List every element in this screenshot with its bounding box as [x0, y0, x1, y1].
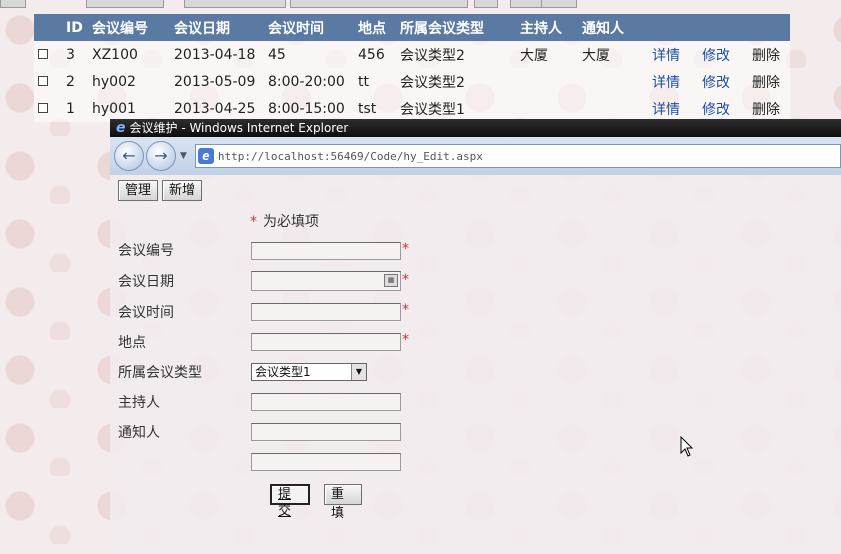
strip-input[interactable]	[290, 0, 468, 8]
submit-button[interactable]: 提交	[270, 484, 310, 519]
delete-link[interactable]: 删除	[748, 95, 790, 122]
notify-input[interactable]	[251, 423, 401, 441]
edit-link[interactable]: 修改	[698, 95, 748, 122]
table-row: 1 hy001 2013-04-25 8:00-15:00 tst 会议类型1 …	[34, 95, 790, 122]
forward-arrow-icon[interactable]: →	[146, 141, 176, 171]
cell-type: 会议类型2	[396, 68, 516, 95]
address-url[interactable]: http://localhost:56469/Code/hy_Edit.aspx	[218, 150, 483, 163]
cell-place: tst	[354, 95, 396, 122]
col-header-notify: 通知人	[582, 20, 624, 37]
meeting-table: ID 会议编号 会议日期 会议时间 地点 所属会议类型 主持人 通知人 3 XZ…	[34, 14, 790, 122]
required-star: *	[402, 241, 409, 257]
label-code: 会议编号	[118, 243, 174, 259]
edit-link[interactable]: 修改	[698, 41, 748, 68]
label-host: 主持人	[118, 395, 160, 411]
label-place: 地点	[118, 335, 146, 351]
col-header-host: 主持人	[520, 20, 562, 37]
detail-link[interactable]: 详情	[648, 95, 698, 122]
cell-id: 2	[62, 68, 88, 95]
cell-host	[516, 68, 578, 95]
required-star: *	[250, 214, 257, 230]
required-star: *	[402, 332, 409, 348]
required-note: * 为必填项	[250, 211, 319, 231]
cell-code: hy002	[88, 68, 170, 95]
address-bar[interactable]: e http://localhost:56469/Code/hy_Edit.as…	[194, 144, 841, 168]
ie-titlebar[interactable]: e 会议维护 - Windows Internet Explorer	[110, 119, 841, 137]
cell-host	[516, 95, 578, 122]
label-date: 会议日期	[118, 274, 174, 290]
row-checkbox[interactable]	[38, 48, 48, 59]
col-header-place: 地点	[358, 20, 386, 37]
col-header-id: ID	[66, 19, 83, 36]
cell-place: tt	[354, 68, 396, 95]
cell-type: 会议类型2	[396, 41, 516, 68]
code-input[interactable]	[251, 242, 401, 260]
cell-place: 456	[354, 41, 396, 68]
cell-id: 1	[62, 95, 88, 122]
type-select-value: 会议类型1	[255, 365, 311, 379]
time-input[interactable]	[251, 303, 401, 321]
ie-window: e 会议维护 - Windows Internet Explorer ← → ▼…	[110, 119, 841, 554]
strip-button[interactable]	[0, 0, 26, 8]
cell-notify	[578, 68, 648, 95]
cell-id: 3	[62, 41, 88, 68]
window-title: 会议维护 - Windows Internet Explorer	[129, 121, 349, 135]
notify-input-extra[interactable]	[251, 453, 401, 471]
cell-code: hy001	[88, 95, 170, 122]
ie-toolbar: ← → ▼ e http://localhost:56469/Code/hy_E…	[110, 137, 841, 175]
top-toolbar-strip	[0, 0, 841, 8]
mouse-cursor-icon	[680, 436, 694, 457]
table-row: 2 hy002 2013-05-09 8:00-20:00 tt 会议类型2 详…	[34, 68, 790, 95]
page-content: 管理 新增 * 为必填项 会议编号 * 会议日期 ▦ * 会议时间 * 地点 * …	[110, 175, 841, 554]
cell-host: 大厦	[516, 41, 578, 68]
add-button[interactable]: 新增	[162, 180, 203, 201]
cell-time: 45	[264, 41, 354, 68]
cell-code: XZ100	[88, 41, 170, 68]
host-input[interactable]	[251, 393, 401, 411]
cell-time: 8:00-15:00	[264, 95, 354, 122]
label-notify: 通知人	[118, 425, 160, 441]
cell-date: 2013-04-25	[170, 95, 264, 122]
col-header-code: 会议编号	[92, 20, 148, 37]
place-input[interactable]	[251, 333, 401, 351]
detail-link[interactable]: 详情	[648, 68, 698, 95]
label-type: 所属会议类型	[118, 365, 202, 381]
table-header-row: ID 会议编号 会议日期 会议时间 地点 所属会议类型 主持人 通知人	[34, 14, 790, 41]
reset-button[interactable]: 重填	[324, 484, 362, 521]
history-dropdown-icon[interactable]: ▼	[180, 151, 187, 161]
calendar-icon[interactable]: ▦	[384, 274, 398, 287]
type-select[interactable]: 会议类型1 ▼	[251, 363, 367, 381]
col-header-date: 会议日期	[174, 20, 230, 37]
required-star: *	[402, 302, 409, 318]
strip-button[interactable]	[474, 0, 498, 8]
cell-notify: 大厦	[578, 41, 648, 68]
required-star: *	[402, 272, 409, 288]
page-icon: e	[197, 148, 214, 164]
back-arrow-icon[interactable]: ←	[114, 141, 144, 171]
label-time: 会议时间	[118, 305, 174, 321]
row-checkbox[interactable]	[38, 75, 48, 86]
strip-button[interactable]	[86, 0, 164, 8]
edit-link[interactable]: 修改	[698, 68, 748, 95]
delete-link[interactable]: 删除	[748, 41, 790, 68]
col-header-time: 会议时间	[268, 20, 324, 37]
required-note-text: 为必填项	[263, 214, 319, 230]
col-header-type: 所属会议类型	[400, 20, 484, 37]
delete-link[interactable]: 删除	[748, 68, 790, 95]
row-checkbox[interactable]	[38, 102, 48, 113]
cell-date: 2013-04-18	[170, 41, 264, 68]
chevron-down-icon[interactable]: ▼	[351, 364, 366, 380]
ie-logo-icon: e	[116, 120, 126, 136]
cell-date: 2013-05-09	[170, 68, 264, 95]
cell-time: 8:00-20:00	[264, 68, 354, 95]
manage-button[interactable]: 管理	[118, 180, 159, 201]
strip-button[interactable]	[541, 0, 577, 8]
cell-notify	[578, 95, 648, 122]
table-row: 3 XZ100 2013-04-18 45 456 会议类型2 大厦 大厦 详情…	[34, 41, 790, 68]
date-input[interactable]: ▦	[251, 271, 401, 291]
strip-select[interactable]	[184, 0, 286, 8]
cell-type: 会议类型1	[396, 95, 516, 122]
detail-link[interactable]: 详情	[648, 41, 698, 68]
